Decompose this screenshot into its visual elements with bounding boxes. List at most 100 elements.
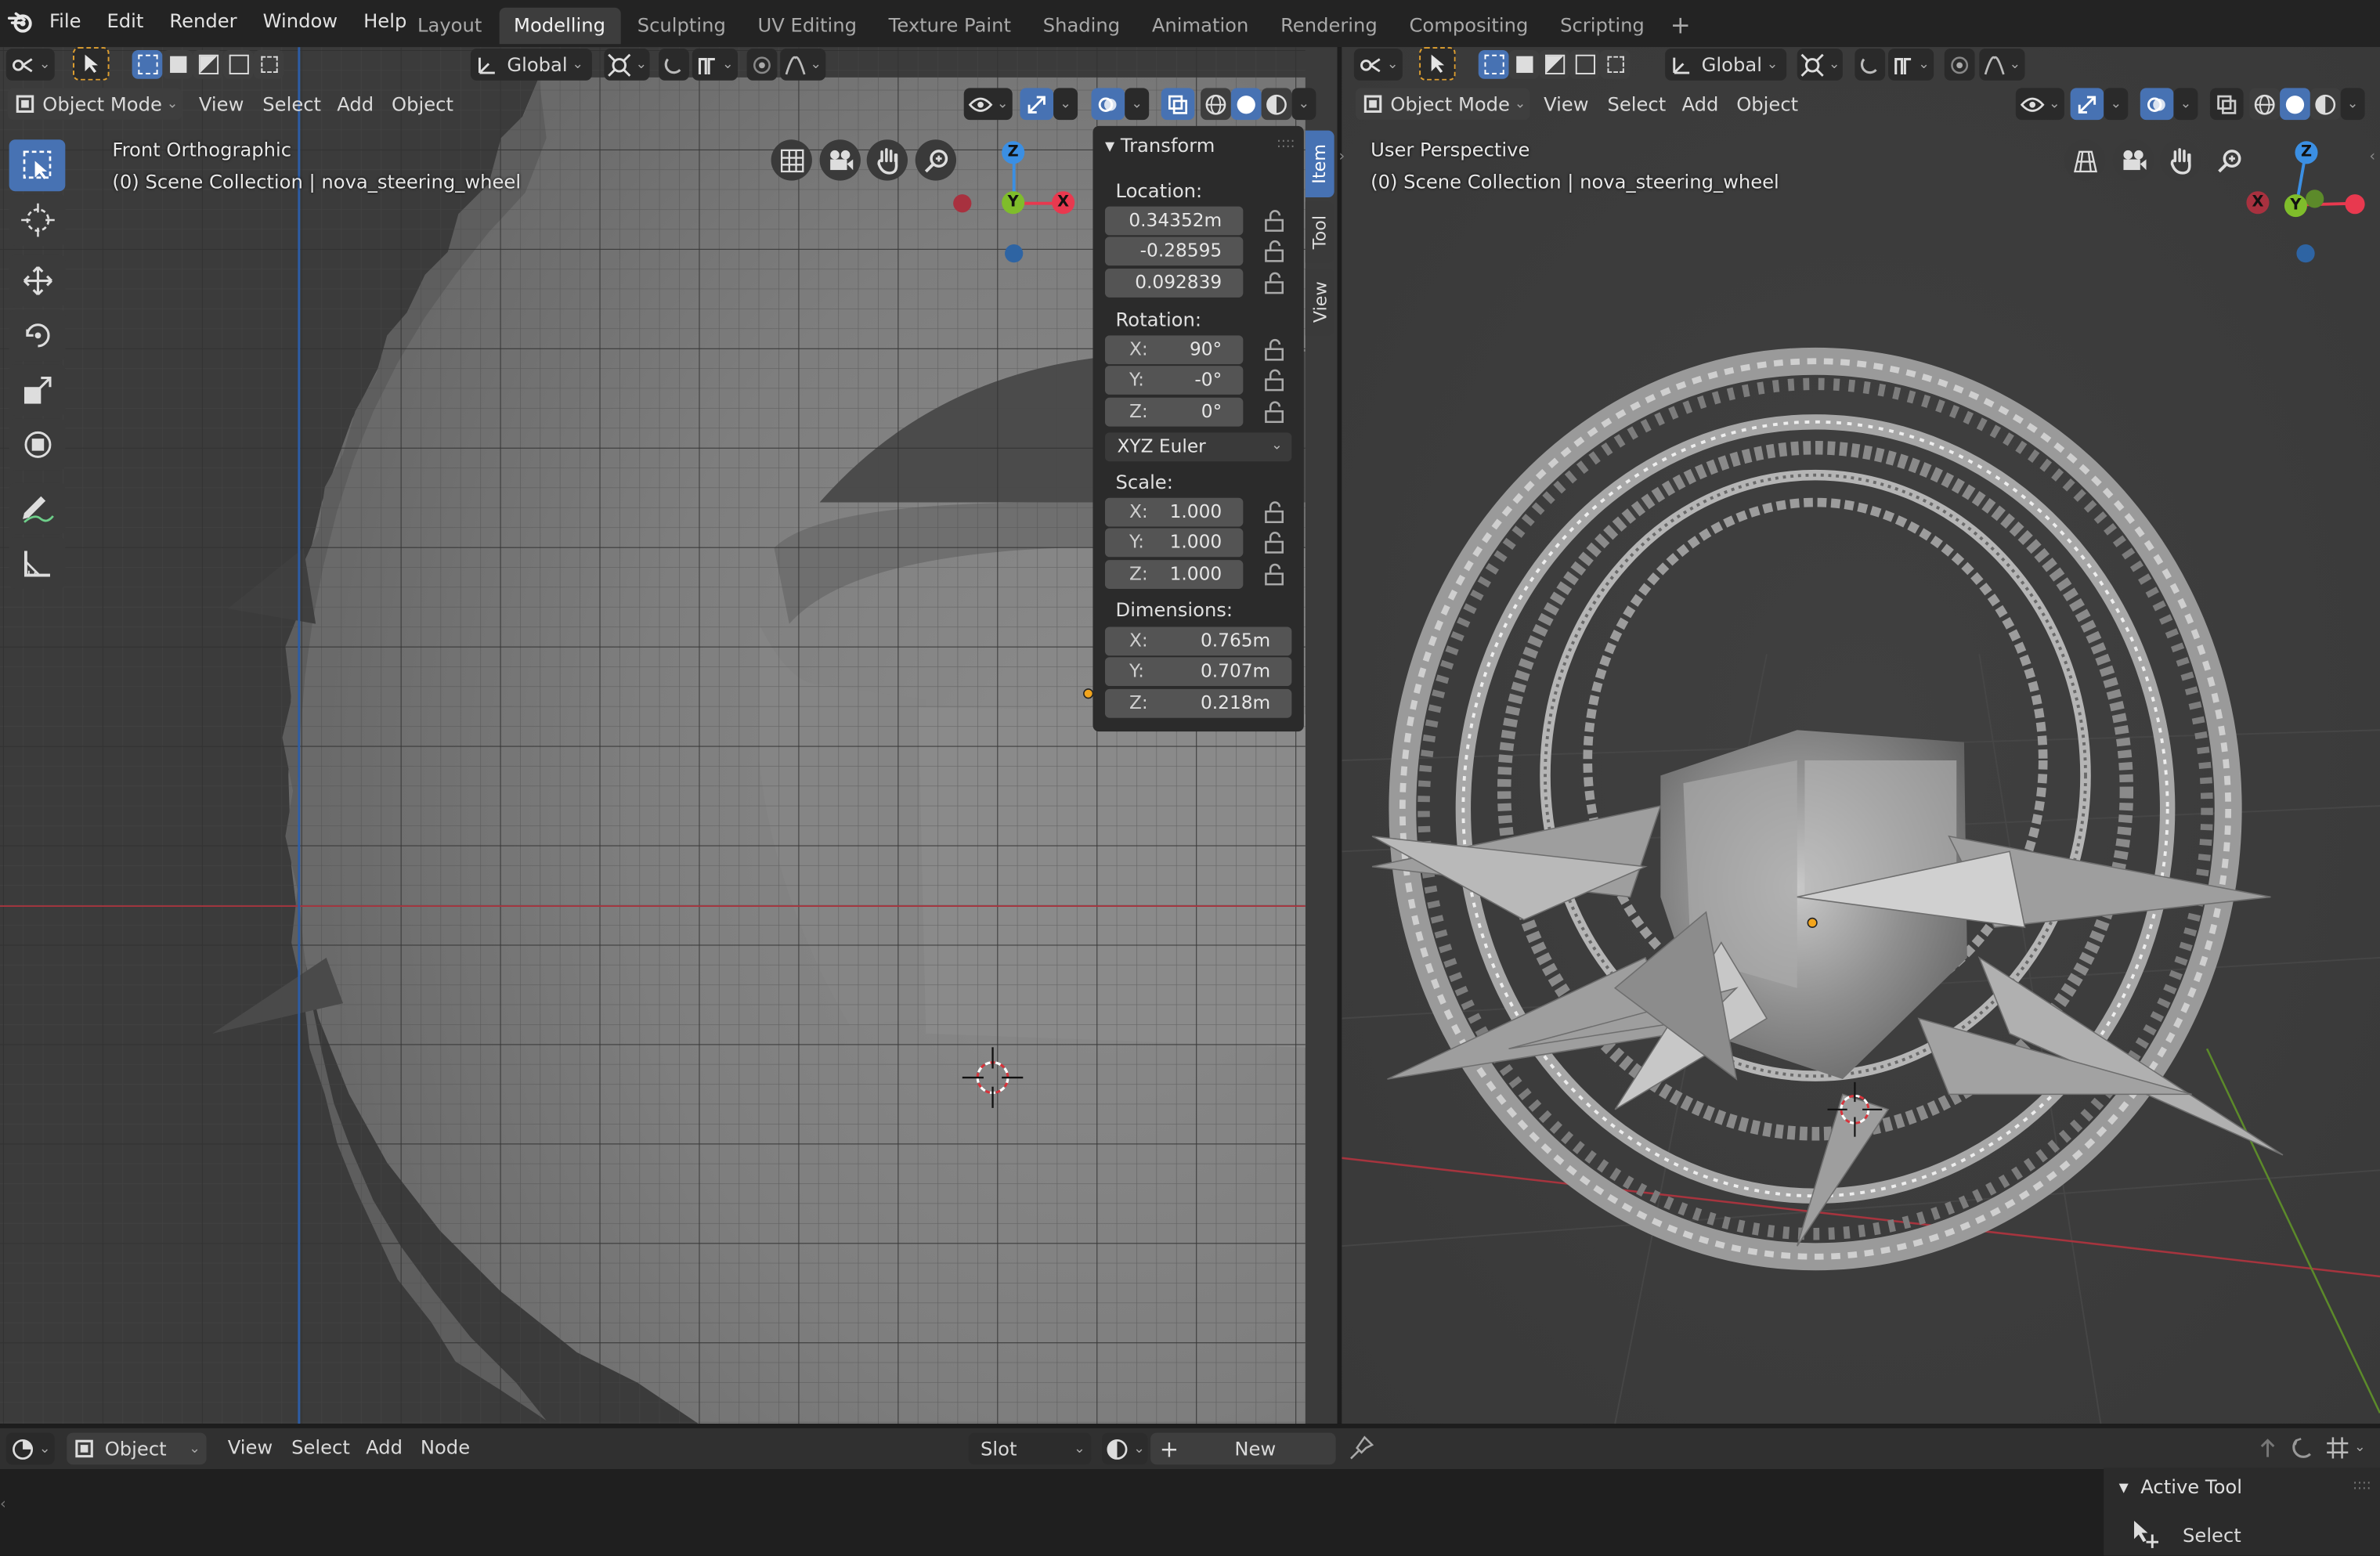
select-invert-icon[interactable] — [1569, 49, 1600, 79]
right-3d-viewport[interactable] — [1342, 47, 2380, 1424]
right-gizmo-neg-z-axis[interactable] — [2296, 244, 2315, 263]
tab-item[interactable]: Item — [1305, 130, 1334, 197]
lock-location-x-icon[interactable] — [1263, 209, 1288, 233]
right-overlays-dropdown[interactable]: ⌄ — [2173, 88, 2198, 121]
right-gizmo-x-axis[interactable] — [2345, 194, 2365, 215]
editor-type-button[interactable]: ⌄ — [5, 49, 55, 81]
node-snap-grid-dropdown[interactable]: ⌄ — [2325, 1435, 2366, 1460]
right-gizmo-z-axis[interactable]: Z — [2295, 141, 2318, 164]
toggle-ortho-button[interactable] — [771, 139, 812, 181]
gizmo-x-axis[interactable]: X — [1052, 191, 1075, 215]
right-gizmo-neg-y-axis[interactable] — [2306, 190, 2324, 208]
dimensions-z-field[interactable]: Z: 0.218m — [1104, 688, 1292, 718]
mode-dropdown[interactable]: Object Mode ⌄ — [7, 88, 182, 121]
scale-y-field[interactable]: Y: 1.000 — [1104, 528, 1244, 558]
rotation-x-field[interactable]: X: 90° — [1104, 335, 1244, 365]
select-box-tool[interactable] — [9, 139, 66, 192]
right-toolbar-collapse-arrow[interactable]: › — [1338, 149, 1345, 165]
select-new-icon[interactable] — [132, 49, 163, 79]
right-toggle-ortho-button[interactable] — [2064, 139, 2106, 181]
pivot-point-dropdown[interactable]: ⌄ — [604, 49, 650, 81]
measure-tool[interactable] — [9, 537, 66, 589]
select-tool-button[interactable] — [73, 47, 110, 81]
right-sidebar-collapse-arrow[interactable]: ‹ — [2369, 149, 2375, 165]
location-x-field[interactable]: 0.34352m — [1104, 206, 1244, 236]
lock-scale-y-icon[interactable] — [1263, 531, 1288, 555]
right-view-menu[interactable]: View — [1544, 92, 1589, 115]
right-falloff-dropdown[interactable]: ⌄ — [1979, 49, 2025, 81]
menu-file[interactable]: File — [37, 2, 94, 41]
select-intersect-icon[interactable] — [253, 49, 284, 79]
rotation-mode-dropdown[interactable]: XYZ Euler ⌄ — [1104, 432, 1292, 462]
right-transform-orientation-dropdown[interactable]: Global ⌄ — [1665, 49, 1787, 81]
gizmo-dropdown[interactable]: ⌄ — [1053, 88, 1078, 121]
visibility-dropdown[interactable]: ⌄ — [963, 88, 1013, 121]
add-menu[interactable]: Add — [337, 92, 374, 115]
blender-logo-icon[interactable] — [7, 9, 35, 37]
select-extend-icon[interactable] — [1508, 49, 1540, 79]
scale-x-field[interactable]: X: 1.000 — [1104, 497, 1244, 527]
rotate-tool[interactable] — [9, 309, 66, 362]
node-editor-canvas[interactable] — [0, 1469, 2380, 1556]
lock-scale-z-icon[interactable] — [1263, 563, 1288, 587]
select-subtract-icon[interactable] — [193, 49, 223, 79]
xray-toggle[interactable] — [1161, 88, 1195, 121]
shader-context-dropdown[interactable]: Object ⌄ — [67, 1432, 207, 1465]
active-tool-header[interactable]: ▾ Active Tool — [2119, 1475, 2242, 1498]
tab-scripting[interactable]: Scripting — [1545, 8, 1660, 45]
camera-view-button[interactable] — [819, 139, 861, 181]
right-proportional-edit-toggle[interactable] — [1944, 49, 1975, 81]
panel-drag-handle[interactable]: :::: — [1277, 136, 1295, 151]
pin-icon[interactable] — [1349, 1435, 1374, 1464]
select-extend-icon[interactable] — [162, 49, 193, 79]
select-invert-icon[interactable] — [222, 49, 254, 79]
wireframe-shading-icon[interactable] — [1201, 88, 1231, 121]
right-editor-type-button[interactable]: ⌄ — [1353, 49, 1403, 81]
dimensions-y-field[interactable]: Y: 0.707m — [1104, 657, 1292, 687]
node-add-menu[interactable]: Add — [366, 1435, 403, 1458]
right-select-menu[interactable]: Select — [1607, 92, 1666, 115]
transform-panel-header[interactable]: ▾ Transform — [1105, 134, 1215, 157]
right-pivot-point-dropdown[interactable]: ⌄ — [1797, 49, 1843, 81]
menu-window[interactable]: Window — [250, 2, 350, 41]
location-y-field[interactable]: -0.28595 — [1104, 236, 1244, 266]
right-shading-dropdown[interactable]: ⌄ — [2340, 88, 2365, 121]
tab-compositing[interactable]: Compositing — [1394, 8, 1544, 45]
right-navigation-gizmo[interactable]: Z X Y — [2237, 134, 2380, 278]
scale-tool[interactable] — [9, 364, 66, 417]
scale-z-field[interactable]: Z: 1.000 — [1104, 560, 1244, 589]
gizmo-z-axis[interactable]: Z — [1002, 141, 1025, 164]
menu-render[interactable]: Render — [157, 2, 250, 41]
annotate-tool[interactable] — [9, 482, 66, 535]
select-menu[interactable]: Select — [262, 92, 321, 115]
right-xray-toggle[interactable] — [2209, 88, 2244, 121]
left-navigation-gizmo[interactable]: Z Y X — [941, 134, 1093, 278]
lock-scale-x-icon[interactable] — [1263, 501, 1288, 525]
material-browse-button[interactable]: ⌄ — [1102, 1432, 1148, 1465]
node-snap-magnet-icon[interactable] — [2292, 1435, 2317, 1464]
node-node-menu[interactable]: Node — [421, 1435, 470, 1458]
right-visibility-dropdown[interactable]: ⌄ — [2015, 88, 2064, 121]
object-menu[interactable]: Object — [392, 92, 453, 115]
material-shading-icon[interactable] — [1261, 88, 1292, 121]
right-gizmo-x-neg-axis[interactable]: X — [2246, 191, 2270, 215]
right-object-menu[interactable]: Object — [1736, 92, 1798, 115]
node-view-menu[interactable]: View — [228, 1435, 273, 1458]
right-pan-view-button[interactable] — [2159, 139, 2201, 181]
falloff-dropdown[interactable]: ⌄ — [780, 49, 826, 81]
gizmo-y-axis[interactable]: Y — [1002, 191, 1025, 215]
cursor-tool[interactable] — [9, 194, 66, 246]
material-shading-icon[interactable] — [2310, 88, 2341, 121]
menu-edit[interactable]: Edit — [94, 2, 157, 41]
dimensions-x-field[interactable]: X: 0.765m — [1104, 626, 1292, 656]
gizmo-neg-x-axis[interactable] — [953, 194, 972, 213]
new-material-button[interactable]: + New — [1150, 1432, 1336, 1465]
pan-view-button[interactable] — [866, 139, 908, 181]
right-add-menu[interactable]: Add — [1681, 92, 1718, 115]
tab-uv-editing[interactable]: UV Editing — [742, 8, 872, 45]
right-gizmo-dropdown[interactable]: ⌄ — [2104, 88, 2129, 121]
active-tool-drag-handle[interactable]: :::: — [2353, 1478, 2371, 1493]
tab-rendering[interactable]: Rendering — [1266, 8, 1393, 45]
right-camera-view-button[interactable] — [2112, 139, 2154, 181]
snap-target-dropdown[interactable]: ⌄ — [692, 49, 738, 81]
